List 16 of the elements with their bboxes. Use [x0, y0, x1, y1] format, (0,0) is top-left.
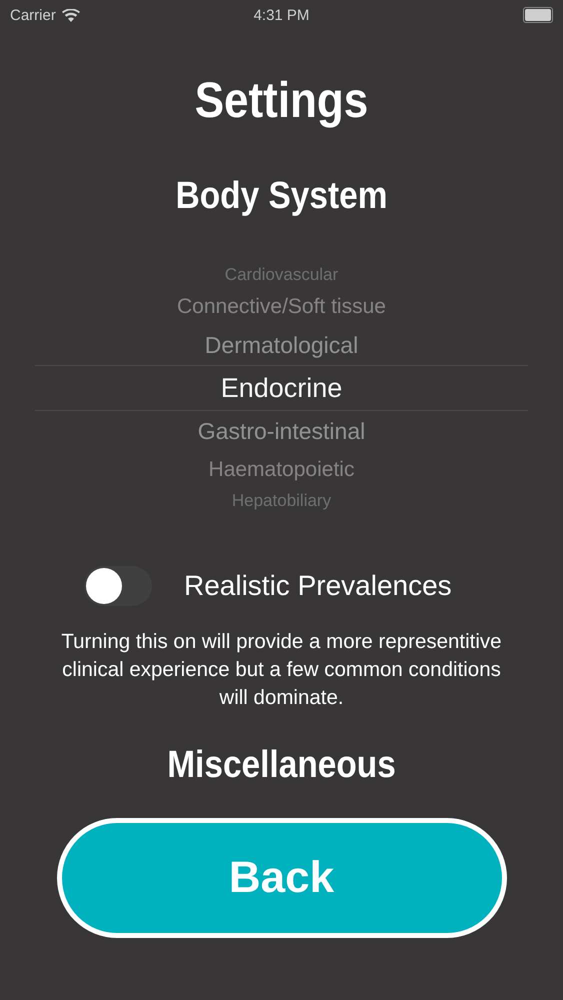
section-heading: Body System: [174, 174, 388, 219]
description-text: Turning this on will provide a more representitive clinical experience but a few common conditions will dominate.: [60, 629, 503, 711]
picker-option[interactable]: Gastro-intestinal: [198, 411, 366, 451]
picker-option[interactable]: Connective/Soft tissue: [177, 288, 386, 325]
picker-option[interactable]: Dermatological: [204, 325, 358, 365]
section-heading: Miscellaneous: [166, 743, 397, 788]
picker-option[interactable]: Haematopoietic: [208, 451, 354, 488]
clock-time: 4:31 PM: [254, 6, 310, 24]
back-button[interactable]: Back: [56, 818, 506, 938]
toggle-label: Realistic Prevalences: [184, 570, 452, 602]
carrier-label: Carrier: [10, 6, 56, 24]
picker-option[interactable]: Endocrine: [35, 365, 528, 411]
toggle-switch[interactable]: [84, 566, 152, 606]
wifi-icon: [62, 8, 80, 22]
page-title: Settings: [194, 71, 370, 130]
battery-icon: [523, 7, 553, 23]
